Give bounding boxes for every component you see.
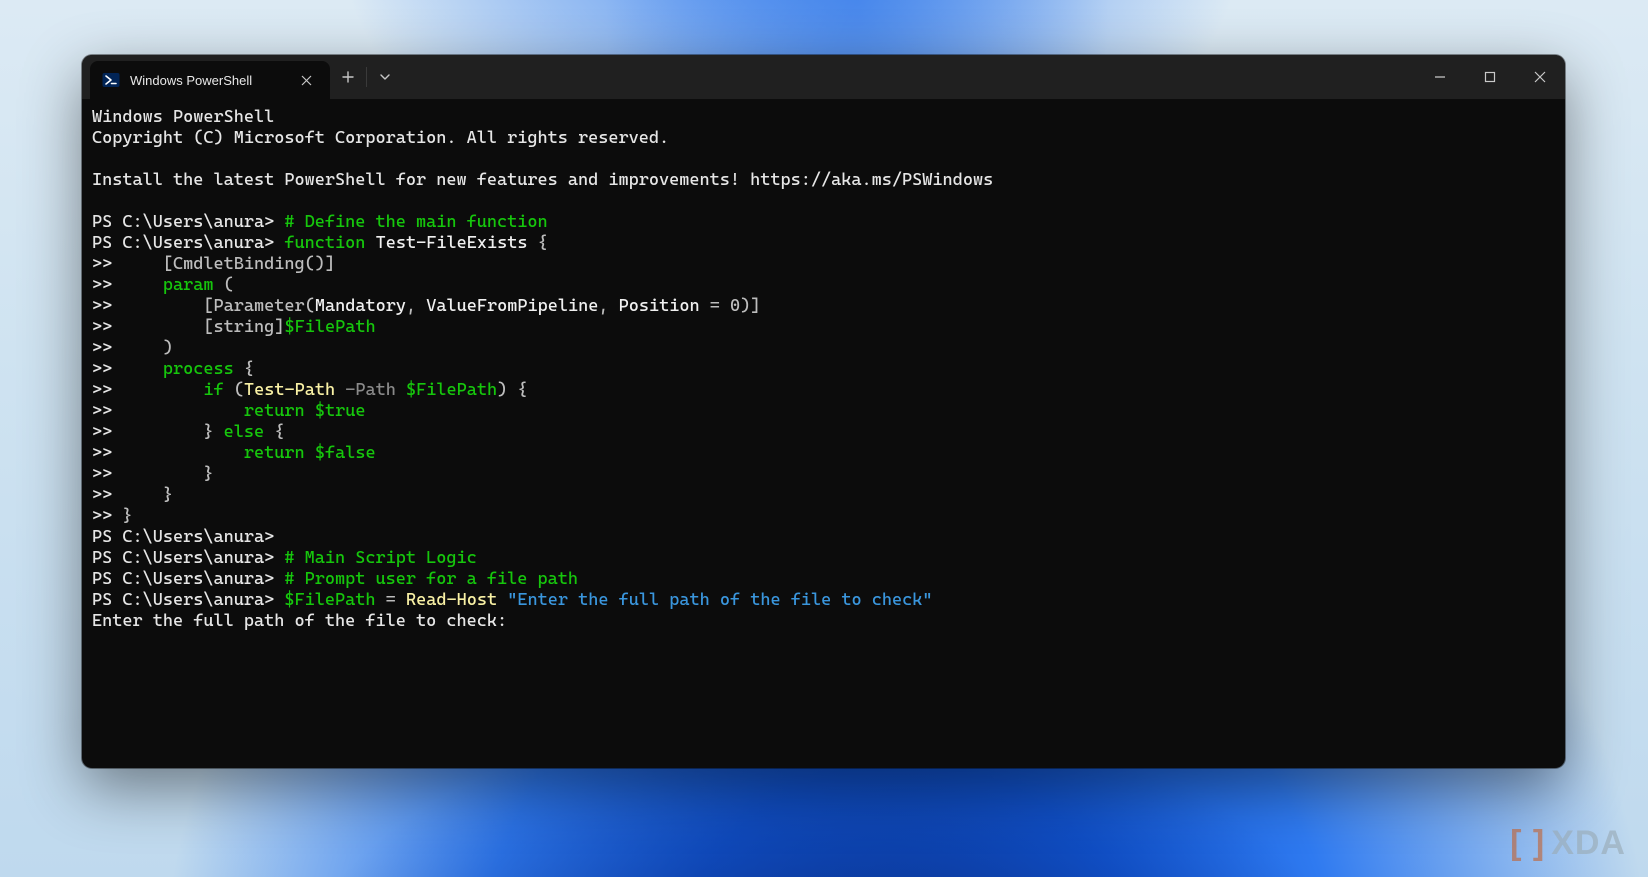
cont-prompt: >> xyxy=(92,506,112,526)
comment: # Main Script Logic xyxy=(284,548,476,568)
brace: { xyxy=(264,422,284,442)
terminal-window: Windows PowerShell Windo xyxy=(82,55,1565,768)
brace: { xyxy=(234,359,254,379)
pad xyxy=(122,443,244,463)
cont-prompt: >> xyxy=(92,254,112,274)
new-tab-button[interactable] xyxy=(330,55,366,99)
keyword: function xyxy=(284,233,365,253)
cont-prompt: >> xyxy=(92,380,112,400)
cont-prompt: >> xyxy=(92,338,112,358)
sp xyxy=(305,401,315,421)
sep: , xyxy=(598,296,618,316)
terminal-content[interactable]: Windows PowerShell Copyright (C) Microso… xyxy=(82,99,1565,768)
pad xyxy=(122,401,244,421)
arg: ValueFromPipeline xyxy=(426,296,598,316)
prompt: PS C:\Users\anura> xyxy=(92,569,274,589)
variable: $FilePath xyxy=(406,380,497,400)
prompt: PS C:\Users\anura> xyxy=(92,590,274,610)
sp xyxy=(497,590,507,610)
op: = xyxy=(700,296,730,316)
prompt: PS C:\Users\anura> xyxy=(92,548,274,568)
brkt: ] xyxy=(274,317,284,337)
brace: } xyxy=(122,422,223,442)
pad: [ xyxy=(122,317,213,337)
bracket-icon: [ ] xyxy=(1510,824,1545,863)
header-line: Install the latest PowerShell for new fe… xyxy=(92,170,993,190)
cont-prompt: >> xyxy=(92,275,112,295)
window-controls xyxy=(1415,55,1565,99)
param: -Path xyxy=(335,380,396,400)
variable: $FilePath xyxy=(284,590,375,610)
paren: )] xyxy=(740,296,760,316)
code-line: ) xyxy=(122,338,173,358)
cont-prompt: >> xyxy=(92,485,112,505)
cont-prompt: >> xyxy=(92,443,112,463)
tab-actions xyxy=(330,55,403,99)
powershell-icon xyxy=(102,71,120,89)
cont-prompt: >> xyxy=(92,359,112,379)
pad: [ xyxy=(122,296,213,316)
val: 0 xyxy=(730,296,740,316)
cont-prompt: >> xyxy=(92,401,112,421)
brace: { xyxy=(538,233,548,253)
keyword: process xyxy=(163,359,234,379)
close-button[interactable] xyxy=(1515,55,1565,99)
titlebar[interactable]: Windows PowerShell xyxy=(82,55,1565,99)
op: = xyxy=(376,590,406,610)
watermark-text: XDA xyxy=(1551,824,1626,863)
arg: Position xyxy=(619,296,700,316)
prompt: PS C:\Users\anura> xyxy=(92,212,274,232)
keyword: if xyxy=(203,380,223,400)
type: string xyxy=(214,317,275,337)
func-name: Test-FileExists xyxy=(376,233,528,253)
attr: Parameter xyxy=(214,296,305,316)
tab-title: Windows PowerShell xyxy=(130,73,252,88)
header-line: Copyright (C) Microsoft Corporation. All… xyxy=(92,128,669,148)
paren: ( xyxy=(305,296,315,316)
keyword: return xyxy=(244,401,305,421)
pad xyxy=(122,380,203,400)
minimize-button[interactable] xyxy=(1415,55,1465,99)
cmdlet: Read-Host xyxy=(406,590,497,610)
brace: } xyxy=(122,485,173,505)
keyword: param xyxy=(163,275,214,295)
arg: Mandatory xyxy=(315,296,406,316)
prompt: PS C:\Users\anura> xyxy=(92,233,274,253)
maximize-button[interactable] xyxy=(1465,55,1515,99)
cont-prompt: >> xyxy=(92,464,112,484)
paren: ) { xyxy=(497,380,527,400)
bool: $true xyxy=(315,401,366,421)
comment: # Prompt user for a file path xyxy=(284,569,578,589)
sep: , xyxy=(406,296,426,316)
bool: $false xyxy=(315,443,376,463)
brace: } xyxy=(122,506,132,526)
brace: } xyxy=(122,464,213,484)
keyword: return xyxy=(244,443,305,463)
header-line: Windows PowerShell xyxy=(92,107,274,127)
xda-watermark: [ ] XDA xyxy=(1510,824,1626,863)
cmdlet: Test-Path xyxy=(244,380,335,400)
prompt: PS C:\Users\anura> xyxy=(92,527,274,547)
tab-close-button[interactable] xyxy=(296,70,316,90)
tab-powershell[interactable]: Windows PowerShell xyxy=(90,61,330,99)
code-line: [CmdletBinding()] xyxy=(122,254,335,274)
variable: $FilePath xyxy=(284,317,375,337)
string: "Enter the full path of the file to chec… xyxy=(507,590,932,610)
output-line: Enter the full path of the file to check… xyxy=(92,611,507,631)
paren: ( xyxy=(214,275,234,295)
cont-prompt: >> xyxy=(92,296,112,316)
paren: ( xyxy=(224,380,244,400)
cont-prompt: >> xyxy=(92,422,112,442)
comment: # Define the main function xyxy=(284,212,547,232)
sp xyxy=(305,443,315,463)
tab-dropdown-button[interactable] xyxy=(367,55,403,99)
sp xyxy=(396,380,406,400)
cont-prompt: >> xyxy=(92,317,112,337)
keyword: else xyxy=(224,422,265,442)
